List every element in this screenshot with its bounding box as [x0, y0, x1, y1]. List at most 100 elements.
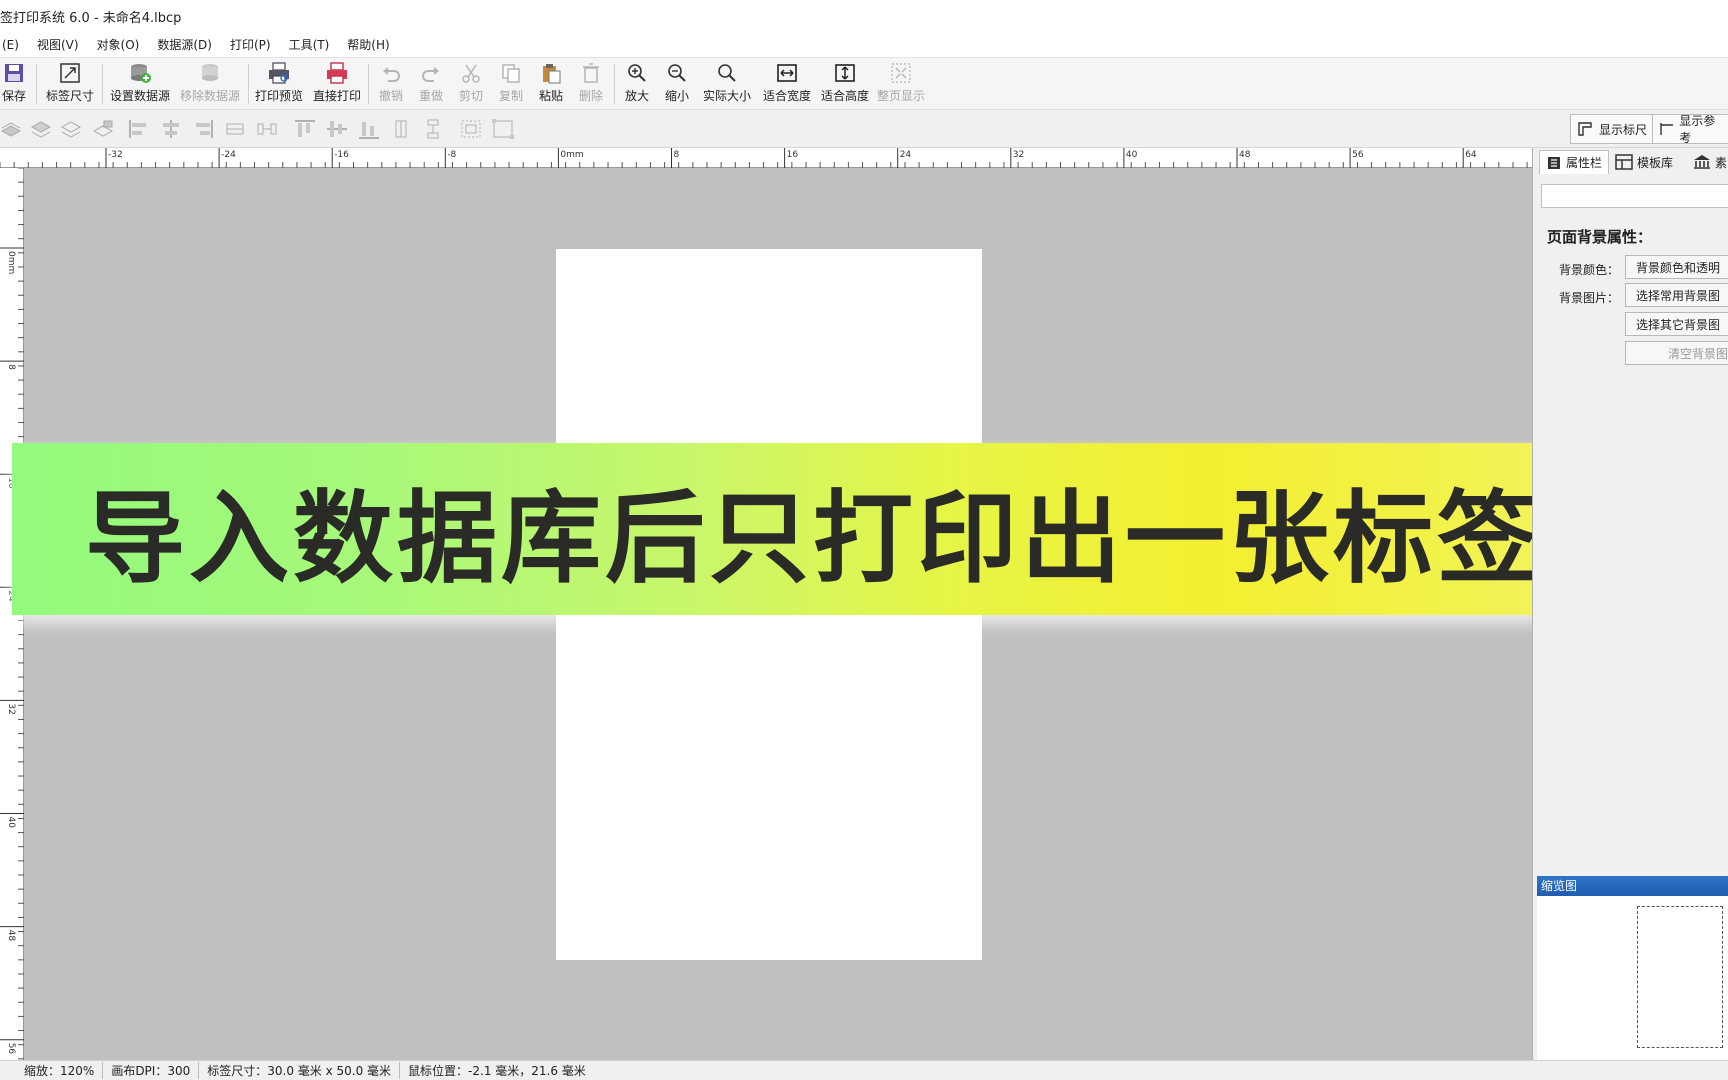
direct-print-button[interactable]: 直接打印 — [312, 60, 362, 108]
group-icon[interactable] — [460, 119, 482, 139]
align-center-icon[interactable] — [160, 119, 182, 139]
align-middle-icon[interactable] — [326, 119, 348, 139]
status-bar: 缩放：120% 画布DPI：300 标签尺寸：30.0 毫米 x 50.0 毫米… — [0, 1060, 1728, 1080]
bg-color-button[interactable]: 背景颜色和透明 — [1625, 255, 1728, 279]
toolbar-separator — [368, 64, 369, 104]
menu-edit[interactable]: (E) — [0, 38, 19, 52]
magnifier-icon — [714, 60, 740, 86]
database-add-icon — [127, 60, 153, 86]
printer-icon — [324, 60, 350, 86]
property-search-input[interactable] — [1541, 184, 1728, 208]
window-title: 签打印系统 6.0 - 未命名4.lbcp — [0, 11, 182, 26]
save-icon — [1, 60, 27, 86]
zoom-out-button[interactable]: 缩小 — [662, 60, 692, 108]
ruler-tick-label: 0mm — [6, 251, 16, 274]
ruler-tick-label: -8 — [447, 150, 456, 160]
choose-other-bg-button[interactable]: 选择其它背景图 — [1625, 312, 1728, 336]
paste-button[interactable]: 粘贴 — [536, 60, 566, 108]
tab-properties[interactable]: 属性栏 — [1539, 150, 1610, 174]
show-ruler-toggle[interactable]: 显示标尺 — [1570, 114, 1655, 144]
distribute-vertical-icon[interactable] — [422, 119, 444, 139]
tab-materials[interactable]: 素 — [1693, 150, 1728, 174]
fit-height-button[interactable]: 适合高度 — [818, 60, 872, 108]
clear-bg-button[interactable]: 清空背景图 — [1625, 341, 1728, 365]
show-reference-toggle[interactable]: 显示参考 — [1652, 114, 1728, 144]
ruler-tick-label: 40 — [6, 817, 16, 829]
fit-height-icon — [832, 60, 858, 86]
redo-button[interactable]: 重做 — [416, 60, 446, 108]
menu-object[interactable]: 对象(O) — [95, 36, 140, 53]
toolbar-separator — [36, 64, 37, 104]
save-button[interactable]: 保存 — [0, 60, 28, 108]
delete-button[interactable]: 删除 — [576, 60, 606, 108]
title-overlay-banner: 导入数据库后只打印出一张标签？ — [12, 443, 1718, 615]
choose-common-bg-button[interactable]: 选择常用背景图 — [1625, 283, 1728, 307]
paste-icon — [538, 60, 564, 86]
property-list-icon — [1548, 156, 1560, 169]
same-width-icon[interactable] — [224, 119, 246, 139]
zoom-in-button[interactable]: 放大 — [622, 60, 652, 108]
alignment-toolbar: 显示标尺 显示参考 — [0, 110, 1728, 148]
fit-width-icon — [774, 60, 800, 86]
menu-print[interactable]: 打印(P) — [228, 36, 271, 53]
ruler-tick-label: 32 — [6, 703, 16, 714]
thumbnail-view[interactable] — [1537, 896, 1728, 1060]
zoom-in-icon — [624, 60, 650, 86]
ruler-horizontal[interactable]: -32 -24 -16 -8 0mm 8 16 24 32 40 48 56 64 — [0, 148, 1532, 168]
menu-help[interactable]: 帮助(H) — [345, 36, 389, 53]
same-height-icon[interactable] — [390, 119, 412, 139]
ruler-tick-label: 0mm — [560, 150, 583, 160]
fit-page-button[interactable]: 整页显示 — [876, 60, 926, 108]
status-label-size: 标签尺寸：30.0 毫米 x 50.0 毫米 — [199, 1062, 401, 1079]
set-datasource-button[interactable]: 设置数据源 — [108, 60, 172, 108]
ruler-tick-label: -16 — [334, 150, 349, 160]
align-bottom-icon[interactable] — [358, 119, 380, 139]
zoom-out-icon — [664, 60, 690, 86]
menu-view[interactable]: 视图(V) — [35, 36, 79, 53]
distribute-horizontal-icon[interactable] — [256, 119, 278, 139]
align-right-icon[interactable] — [192, 119, 214, 139]
align-left-icon[interactable] — [128, 119, 150, 139]
toolbar-separator — [102, 64, 103, 104]
layer-bottom-icon[interactable] — [0, 119, 22, 139]
undo-button[interactable]: 撤销 — [376, 60, 406, 108]
ruler-tick-label: 32 — [1013, 150, 1024, 160]
ruler-icon — [1578, 122, 1592, 136]
ruler-tick-label: -24 — [221, 150, 236, 160]
layer-down-icon[interactable] — [30, 119, 52, 139]
section-title: 页面背景属性： — [1547, 228, 1653, 246]
main-toolbar: 保存 标签尺寸 设置数据源 移除数据源 打印预览 直接打印 撤销 重做 剪切 复… — [0, 58, 1728, 110]
align-top-icon[interactable] — [294, 119, 316, 139]
label-size-button[interactable]: 标签尺寸 — [42, 60, 98, 108]
menu-tools[interactable]: 工具(T) — [287, 36, 330, 53]
print-preview-icon — [266, 60, 292, 86]
overlay-heading: 导入数据库后只打印出一张标签？ — [85, 479, 1645, 597]
remove-datasource-button[interactable]: 移除数据源 — [178, 60, 242, 108]
thumbnail-header: 缩览图 — [1537, 876, 1728, 896]
copy-icon — [498, 60, 524, 86]
ruler-tick-label: 8 — [6, 364, 16, 370]
scissors-icon — [458, 60, 484, 86]
title-bar: 签打印系统 6.0 - 未命名4.lbcp — [0, 0, 1728, 32]
ruler-tick-label: 40 — [1126, 150, 1138, 160]
trash-icon — [578, 60, 604, 86]
ruler-tick-label: 48 — [1239, 150, 1251, 160]
print-preview-button[interactable]: 打印预览 — [254, 60, 304, 108]
undo-icon — [378, 60, 404, 86]
actual-size-button[interactable]: 实际大小 — [700, 60, 754, 108]
layer-top-icon[interactable] — [92, 119, 114, 139]
property-panel: 属性栏 模板库 素 页面背景属性： 背景颜色： 背景颜色和透明 背景图片： 选择… — [1532, 148, 1728, 1060]
redo-icon — [418, 60, 444, 86]
status-dpi: 画布DPI：300 — [103, 1062, 200, 1079]
layer-up-icon[interactable] — [60, 119, 82, 139]
copy-button[interactable]: 复制 — [496, 60, 526, 108]
bg-color-label: 背景颜色： — [1559, 263, 1620, 277]
cut-button[interactable]: 剪切 — [456, 60, 486, 108]
ruler-tick-label: 56 — [1352, 150, 1364, 160]
menu-datasource[interactable]: 数据源(D) — [155, 36, 212, 53]
menu-bar: (E) 视图(V) 对象(O) 数据源(D) 打印(P) 工具(T) 帮助(H) — [0, 32, 1728, 58]
fit-width-button[interactable]: 适合宽度 — [760, 60, 814, 108]
tab-template-library[interactable]: 模板库 — [1615, 150, 1673, 174]
ruler-tick-label: 48 — [6, 930, 16, 942]
ungroup-icon[interactable] — [492, 119, 514, 139]
